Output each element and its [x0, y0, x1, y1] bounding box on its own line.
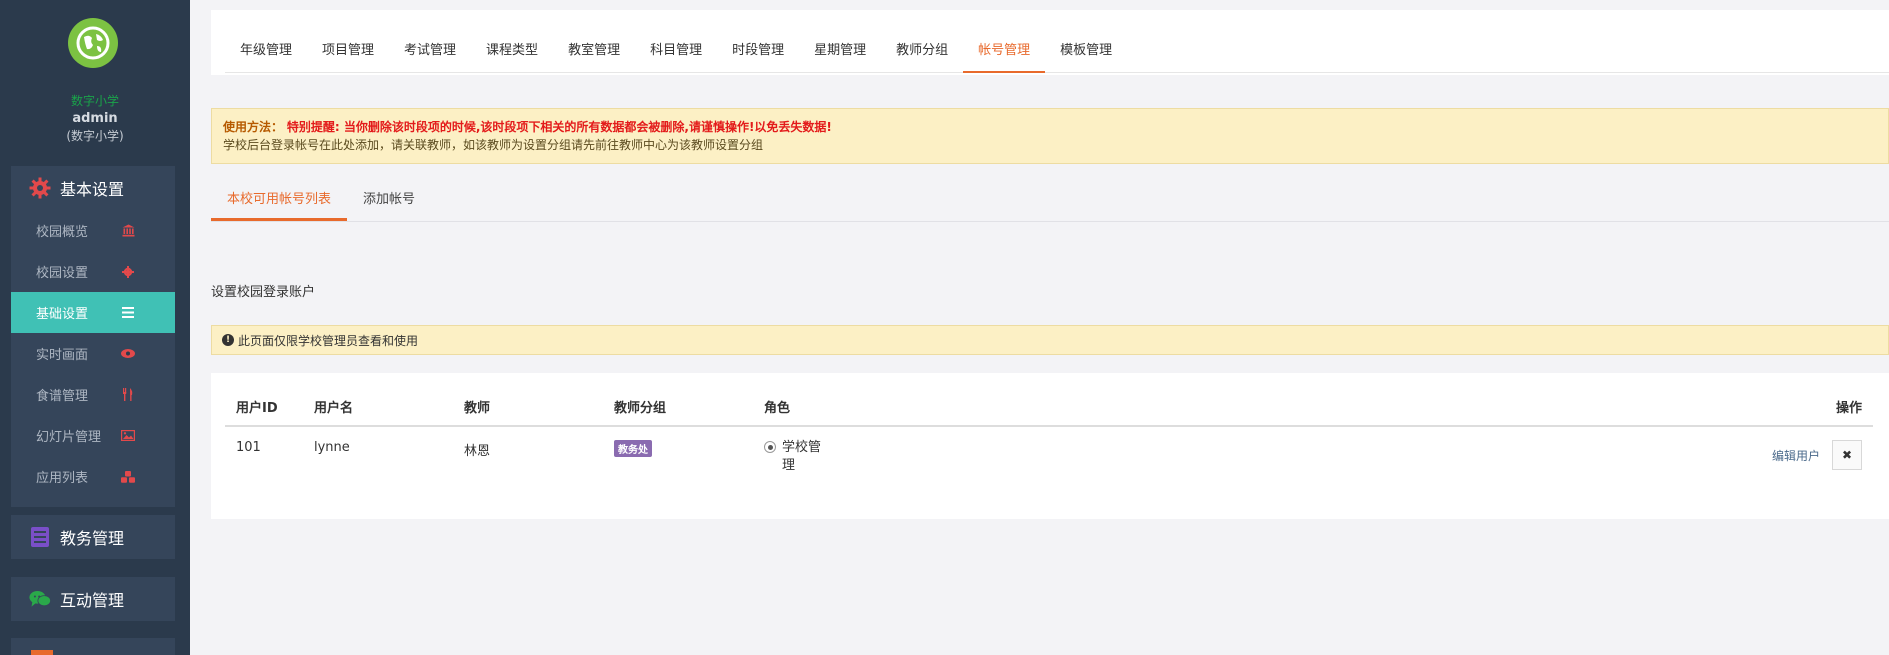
delete-user-button[interactable]: ✖: [1832, 440, 1862, 470]
bank-icon: [121, 224, 135, 238]
sidebar-item-basic-settings[interactable]: 基础设置: [11, 292, 175, 333]
table-row: 101 lynne 林恩 教务处 学校管理 编辑用户 ✖: [225, 426, 1873, 490]
picture-icon: [121, 429, 135, 443]
user-school: (数字小学): [66, 129, 124, 143]
cog-icon: [121, 265, 135, 279]
admin-only-alert: ! 此页面仅限学校管理员查看和使用: [211, 325, 1889, 355]
top-tabs: 年级管理 项目管理 考试管理 课程类型 教室管理 科目管理 时段管理 星期管理 …: [225, 30, 1889, 73]
cubes-icon: [121, 470, 135, 484]
usage-notice-warning: 特别提醒: 当你删除该时段项的时候,该时段项下相关的所有数据都会被删除,请谨慎操…: [286, 120, 832, 134]
col-operations: 操作: [1236, 387, 1873, 427]
nav-group-label: 教务管理: [60, 529, 125, 548]
cell-role: 学校管理: [753, 426, 1236, 490]
col-role: 角色: [753, 387, 1237, 427]
tab-weekday-management[interactable]: 星期管理: [799, 30, 881, 71]
col-teacher-group: 教师分组: [603, 387, 753, 427]
nav-group-header-basic[interactable]: 基本设置: [11, 166, 175, 210]
gear-icon: [29, 177, 51, 199]
col-teacher: 教师: [453, 387, 603, 427]
role-option: 学校管理: [764, 440, 1225, 475]
cutlery-icon: [121, 388, 135, 402]
list-icon: [121, 306, 135, 320]
sidebar-item-label: 校园概览: [36, 225, 89, 240]
sidebar-item-label: 幻灯片管理: [36, 430, 102, 445]
book-icon: [29, 526, 51, 548]
top-tabs-card: 年级管理 项目管理 考试管理 课程类型 教室管理 科目管理 时段管理 星期管理 …: [211, 10, 1889, 75]
tab-course-type[interactable]: 课程类型: [471, 30, 553, 71]
globe-icon: [76, 26, 110, 60]
sub-tabs: 本校可用帐号列表 添加帐号: [211, 180, 1889, 222]
col-user-id: 用户ID: [225, 387, 303, 427]
nav-group-partial: [11, 638, 175, 655]
section-title: 设置校园登录账户: [211, 285, 316, 300]
sidebar-item-campus-overview[interactable]: 校园概览: [11, 210, 175, 251]
tab-grade-management[interactable]: 年级管理: [225, 30, 307, 71]
tab-exam-management[interactable]: 考试管理: [389, 30, 471, 71]
nav-group-spacer: [11, 497, 175, 507]
admin-only-alert-text: 此页面仅限学校管理员查看和使用: [238, 333, 419, 348]
exclamation-circle-icon: !: [222, 334, 234, 346]
tab-account-list[interactable]: 本校可用帐号列表: [211, 180, 348, 221]
usage-notice-text: 学校后台登录帐号在此处添加，请关联教师，如该教师为设置分组请先前往教师中心为该教…: [223, 138, 764, 152]
sidebar-item-label: 实时画面: [36, 348, 89, 363]
nav-group-header-academic[interactable]: 教务管理: [11, 515, 175, 559]
nav-group-header-interaction[interactable]: 互动管理: [11, 577, 175, 621]
sidebar-item-label: 基础设置: [36, 307, 89, 322]
eye-icon: [121, 347, 135, 361]
role-radio[interactable]: [764, 441, 776, 453]
sidebar-item-live-view[interactable]: 实时画面: [11, 333, 175, 374]
tab-account-management[interactable]: 帐号管理: [963, 30, 1046, 73]
cell-teacher: 林恩: [464, 444, 491, 459]
usage-notice-label: 使用方法：: [223, 120, 284, 134]
nav-group-label: 基本设置: [60, 180, 125, 199]
tab-period-management[interactable]: 时段管理: [717, 30, 799, 71]
row-actions: 编辑用户 ✖: [1247, 440, 1862, 470]
col-username: 用户名: [303, 387, 453, 427]
tab-add-account[interactable]: 添加帐号: [347, 180, 431, 220]
school-name: 数字小学: [70, 94, 119, 108]
nav-group-interaction: 互动管理: [11, 577, 175, 621]
chat-icon: [29, 588, 51, 610]
usage-notice-line1: 使用方法： 特别提醒: 当你删除该时段项的时候,该时段项下相关的所有数据都会被删…: [223, 118, 1877, 136]
cell-teacher-group: 教务处: [603, 426, 753, 490]
cell-username: lynne: [314, 440, 350, 455]
teacher-group-badge: 教务处: [614, 440, 652, 457]
tab-template-management[interactable]: 模板管理: [1045, 30, 1127, 71]
user-name: admin: [72, 111, 118, 126]
school-logo: [68, 18, 118, 68]
sidebar-item-label: 应用列表: [36, 471, 89, 486]
nav-group-label: 互动管理: [60, 591, 125, 610]
sidebar-item-label: 校园设置: [36, 266, 89, 281]
sidebar-item-slideshow[interactable]: 幻灯片管理: [11, 415, 175, 456]
accounts-table-card: 用户ID 用户名 教师 教师分组 角色 操作 101 lynne 林恩 教务处: [211, 373, 1889, 519]
nav-group-academic: 教务管理: [11, 515, 175, 559]
sidebar-item-app-list[interactable]: 应用列表: [11, 456, 175, 497]
radio-dot: [767, 444, 773, 450]
sidebar: 数字小学 admin (数字小学) 基本设置 校园概览 校园设置 基础设置 实时…: [0, 0, 190, 655]
nav-group-basic-settings: 基本设置 校园概览 校园设置 基础设置 实时画面 食谱管理 幻灯片管理 应用列表: [11, 166, 175, 507]
role-label: 学校管理: [782, 440, 822, 473]
accounts-table: 用户ID 用户名 教师 教师分组 角色 操作 101 lynne 林恩 教务处: [225, 387, 1873, 490]
edit-user-link[interactable]: 编辑用户: [1772, 447, 1820, 464]
sidebar-item-campus-settings[interactable]: 校园设置: [11, 251, 175, 292]
tab-project-management[interactable]: 项目管理: [307, 30, 389, 71]
cell-user-id: 101: [236, 440, 261, 455]
table-header-row: 用户ID 用户名 教师 教师分组 角色 操作: [225, 387, 1873, 427]
usage-notice: 使用方法： 特别提醒: 当你删除该时段项的时候,该时段项下相关的所有数据都会被删…: [211, 108, 1889, 164]
tab-teacher-group[interactable]: 教师分组: [881, 30, 963, 71]
sidebar-item-menu-management[interactable]: 食谱管理: [11, 374, 175, 415]
tab-classroom-management[interactable]: 教室管理: [553, 30, 635, 71]
nav-group-partial-icon: [31, 650, 53, 655]
cell-operations: 编辑用户 ✖: [1236, 426, 1873, 490]
tab-subject-management[interactable]: 科目管理: [635, 30, 717, 71]
sidebar-item-label: 食谱管理: [36, 389, 89, 404]
